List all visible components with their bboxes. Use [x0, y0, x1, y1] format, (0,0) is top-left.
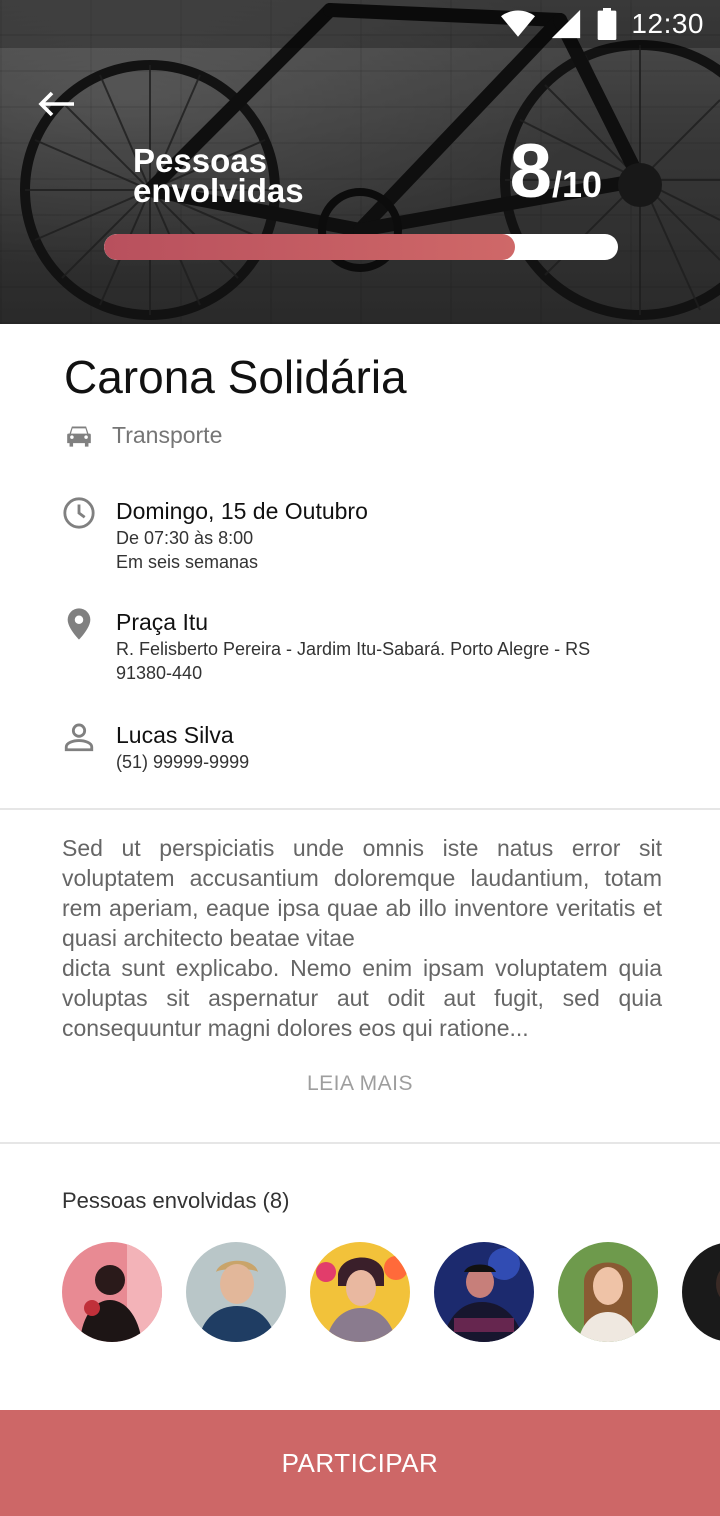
divider [0, 1142, 720, 1144]
event-relative-date: Em seis semanas [116, 552, 259, 572]
status-bar: 12:30 [0, 0, 720, 48]
people-involved-label: Pessoas envolvidas [133, 142, 304, 209]
signal-icon [552, 9, 581, 39]
back-button[interactable] [30, 80, 82, 128]
people-count-total: /10 [551, 164, 602, 205]
battery-icon [598, 8, 617, 40]
avatar[interactable] [558, 1242, 658, 1342]
avatar[interactable] [186, 1242, 286, 1342]
read-more-button[interactable]: LEIA MAIS [0, 1072, 720, 1096]
event-organizer-row[interactable]: Lucas Silva (51) 99999-9999 [62, 720, 249, 774]
event-description-paragraph: dicta sunt explicabo. Nemo enim ipsam vo… [62, 955, 662, 1041]
people-count: 8 /10 [510, 132, 602, 212]
event-date-row: Domingo, 15 de Outubro De 07:30 às 8:00 … [62, 496, 368, 574]
avatar[interactable] [62, 1242, 162, 1342]
event-description-paragraph: Sed ut perspiciatis unde omnis iste natu… [62, 835, 662, 951]
event-location-row[interactable]: Praça Itu R. Felisberto Pereira - Jardim… [62, 607, 656, 685]
participants-avatar-list [62, 1242, 720, 1342]
avatar[interactable] [434, 1242, 534, 1342]
status-time: 12:30 [631, 8, 704, 39]
clock-icon [63, 497, 95, 529]
event-title: Carona Solidária [64, 351, 407, 403]
event-date: Domingo, 15 de Outubro [116, 498, 368, 524]
event-address: R. Felisberto Pereira - Jardim Itu-Sabar… [116, 639, 591, 659]
avatar[interactable] [682, 1242, 720, 1342]
organizer-name: Lucas Silva [116, 722, 234, 748]
people-count-value: 8 [509, 129, 552, 214]
arrow-left-icon [38, 91, 74, 117]
divider [0, 808, 720, 810]
person-icon [64, 723, 94, 752]
participation-progress-bar [104, 234, 618, 260]
event-description: Sed ut perspiciatis unde omnis iste natu… [62, 833, 662, 1043]
location-pin-icon [67, 608, 91, 640]
participate-button[interactable]: PARTICIPAR [0, 1410, 720, 1516]
event-category-label: Transporte [112, 422, 223, 448]
event-place-name: Praça Itu [116, 609, 209, 635]
participation-progress-fill [104, 234, 516, 260]
event-postal-code: 91380-440 [116, 663, 203, 683]
participants-title: Pessoas envolvidas (8) [62, 1188, 290, 1213]
event-category: Transporte [64, 422, 222, 449]
car-icon [67, 426, 91, 447]
organizer-phone: (51) 99999-9999 [116, 752, 250, 772]
wifi-icon [501, 10, 536, 37]
event-time-range: De 07:30 às 8:00 [116, 528, 254, 548]
avatar[interactable] [310, 1242, 410, 1342]
